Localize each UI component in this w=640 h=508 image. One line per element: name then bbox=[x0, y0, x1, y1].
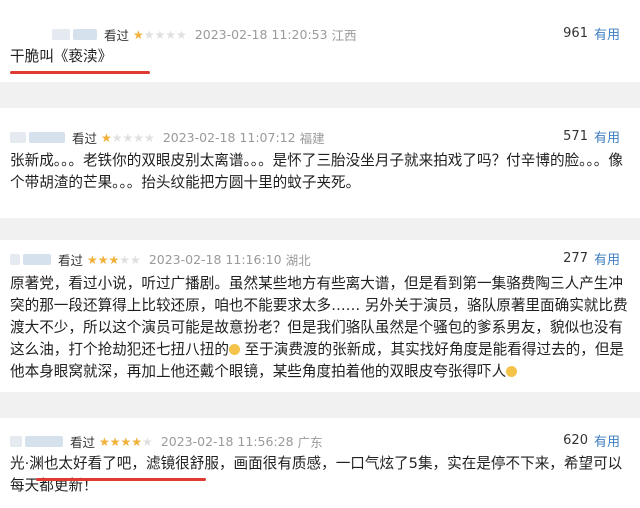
separator bbox=[0, 218, 640, 240]
review-meta: 看过 ★★★★★★★★★★ 2023-02-18 11:20:53 江西 bbox=[52, 25, 357, 44]
review-region: 福建 bbox=[299, 131, 325, 146]
review-content: 张新成。。。老铁你的双眼皮别太离谱。。。是怀了三胎没坐月子就来拍戏了吗？付辛博的… bbox=[10, 152, 623, 191]
useful-count: 571 bbox=[563, 129, 588, 144]
useful-button[interactable]: 有用 bbox=[594, 24, 620, 43]
useful-button[interactable]: 有用 bbox=[594, 127, 620, 146]
review-content: 光·渊也太好看了吧，滤镜很舒服，画面很有质感，一口气炫了5集，实在是停不下来，希… bbox=[10, 455, 623, 494]
review-card: 看过 ★★★★★★★★★★ 2023-02-18 11:16:10 湖北 277… bbox=[0, 240, 640, 393]
smile-emoji-icon bbox=[228, 344, 240, 355]
review-card: 看过 ★★★★★★★★★★ 2023-02-18 11:07:12 福建 571… bbox=[0, 108, 640, 219]
username-redacted bbox=[10, 254, 20, 265]
useful-vote[interactable]: 571 有用 bbox=[563, 127, 620, 146]
rating-stars: ★★★★★★★★★★ bbox=[133, 27, 187, 42]
review-time: 2023-02-18 11:56:28 bbox=[160, 434, 294, 449]
useful-vote[interactable]: 620 有用 bbox=[563, 431, 620, 450]
username-redacted bbox=[25, 436, 63, 447]
review-time: 2023-02-18 11:20:53 bbox=[194, 27, 328, 42]
username-redacted bbox=[10, 436, 22, 447]
useful-vote[interactable]: 961 有用 bbox=[563, 24, 620, 43]
username-redacted bbox=[10, 132, 26, 143]
review-time: 2023-02-18 11:16:10 bbox=[148, 252, 282, 267]
useful-count: 620 bbox=[563, 433, 588, 448]
highlight-underline bbox=[36, 478, 206, 481]
username-redacted bbox=[73, 29, 97, 40]
watch-status: 看过 bbox=[104, 28, 130, 43]
watch-status: 看过 bbox=[72, 131, 98, 146]
rating-stars: ★★★★★★★★★★ bbox=[101, 130, 155, 145]
review-region: 江西 bbox=[331, 28, 357, 43]
separator bbox=[0, 82, 640, 108]
useful-count: 277 bbox=[563, 251, 588, 266]
useful-count: 961 bbox=[563, 26, 588, 41]
review-card: 看过 ★★★★★★★★★★ 2023-02-18 11:56:28 广东 620… bbox=[0, 418, 640, 508]
review-meta: 看过 ★★★★★★★★★★ 2023-02-18 11:16:10 湖北 bbox=[10, 250, 311, 269]
review-card: 看过 ★★★★★★★★★★ 2023-02-18 11:20:53 江西 961… bbox=[0, 0, 640, 83]
review-region: 湖北 bbox=[285, 253, 311, 268]
separator bbox=[0, 392, 640, 418]
username-redacted bbox=[23, 254, 51, 265]
username-redacted bbox=[52, 29, 70, 40]
useful-button[interactable]: 有用 bbox=[594, 249, 620, 268]
username-redacted bbox=[29, 132, 65, 143]
review-meta: 看过 ★★★★★★★★★★ 2023-02-18 11:07:12 福建 bbox=[10, 128, 325, 147]
review-region: 广东 bbox=[297, 435, 323, 450]
useful-vote[interactable]: 277 有用 bbox=[563, 249, 620, 268]
watch-status: 看过 bbox=[58, 253, 84, 268]
rating-stars: ★★★★★★★★★★ bbox=[87, 252, 141, 267]
rating-stars: ★★★★★★★★★★ bbox=[99, 434, 153, 449]
smile-emoji-icon bbox=[506, 366, 518, 377]
watch-status: 看过 bbox=[70, 435, 96, 450]
review-meta: 看过 ★★★★★★★★★★ 2023-02-18 11:56:28 广东 bbox=[10, 432, 323, 451]
review-time: 2023-02-18 11:07:12 bbox=[162, 130, 296, 145]
useful-button[interactable]: 有用 bbox=[594, 431, 620, 450]
review-content: 干脆叫《亵渎》 bbox=[10, 48, 113, 65]
review-content: 原著党，看过小说，听过广播剧。虽然某些地方有些离大谱，但是看到第一集骆费陶三人产… bbox=[10, 273, 630, 383]
highlight-underline bbox=[10, 71, 150, 74]
